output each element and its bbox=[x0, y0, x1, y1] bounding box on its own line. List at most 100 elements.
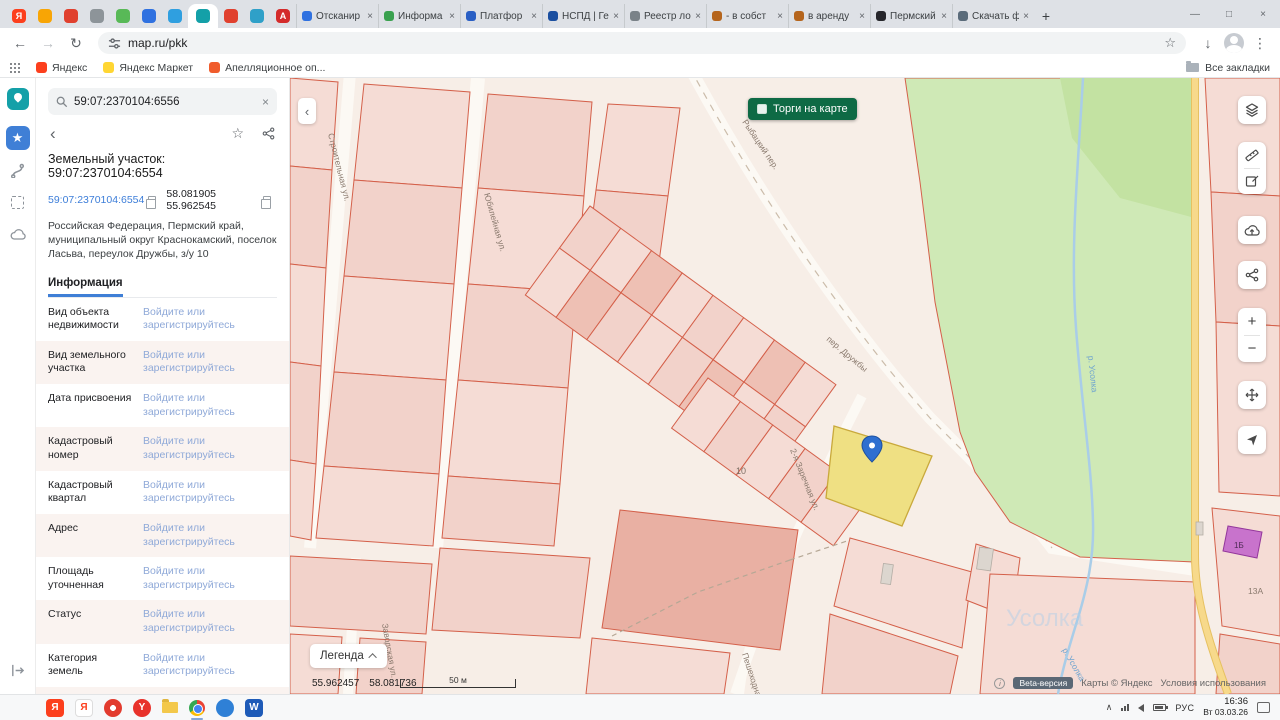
minimize-button[interactable]: — bbox=[1178, 0, 1212, 28]
copy-icon[interactable] bbox=[146, 196, 157, 209]
bookmark-star-icon[interactable]: ☆ bbox=[1164, 35, 1176, 51]
search-input[interactable] bbox=[74, 95, 256, 108]
panel-back-icon[interactable]: ‹ bbox=[50, 125, 56, 142]
pinned-tab-blue[interactable] bbox=[136, 4, 162, 28]
taskbar-yandex-icon[interactable]: Я bbox=[46, 698, 64, 717]
language-indicator[interactable]: РУС bbox=[1175, 703, 1194, 713]
pinned-tab-pin[interactable] bbox=[218, 4, 244, 28]
tab-permskiy[interactable]: Пермский × bbox=[870, 4, 952, 28]
taskbar-yandex-browser-icon[interactable]: Y bbox=[133, 698, 151, 717]
clear-search-icon[interactable]: × bbox=[262, 95, 269, 109]
share-icon[interactable] bbox=[262, 127, 275, 140]
cloud-tool-button[interactable] bbox=[6, 222, 30, 246]
taskbar-record-icon[interactable] bbox=[104, 698, 122, 717]
pinned-tab-scan[interactable] bbox=[58, 4, 84, 28]
all-bookmarks-button[interactable]: Все закладки bbox=[1186, 61, 1270, 74]
tab-platfor[interactable]: Платфор × bbox=[460, 4, 542, 28]
pinned-tab-docs[interactable] bbox=[162, 4, 188, 28]
collapse-sidebar-button[interactable]: ‹ bbox=[298, 98, 316, 124]
tab-reestr[interactable]: Реестр ло × bbox=[624, 4, 706, 28]
favorites-tool-button[interactable]: ★ bbox=[5, 126, 30, 150]
pinned-tab-avito[interactable]: А bbox=[270, 4, 296, 28]
pinned-tab-earth[interactable] bbox=[244, 4, 270, 28]
torgi-checkbox[interactable] bbox=[757, 104, 767, 114]
forward-button[interactable]: → bbox=[36, 31, 60, 55]
collapse-panel-button[interactable] bbox=[6, 658, 30, 682]
close-tab-icon[interactable]: × bbox=[859, 11, 865, 22]
select-area-tool-button[interactable] bbox=[6, 190, 30, 214]
tab-v-sobst[interactable]: - в собст × bbox=[706, 4, 788, 28]
pinned-tab-yandex[interactable]: Я bbox=[6, 4, 32, 28]
share-map-button[interactable] bbox=[1238, 261, 1266, 289]
auth-link[interactable]: Войдите или зарегистрируйтесь bbox=[143, 608, 277, 635]
tab-otskanir[interactable]: Отсканир × bbox=[296, 4, 378, 28]
legend-button[interactable]: Легенда bbox=[310, 644, 387, 668]
pinned-tab-mail[interactable] bbox=[32, 4, 58, 28]
search-box[interactable]: × bbox=[48, 88, 277, 115]
taskbar-chrome-icon[interactable] bbox=[189, 699, 205, 720]
tab-nspd[interactable]: НСПД | Ге × bbox=[542, 4, 624, 28]
bookmark-apellyacionnoe[interactable]: Апелляционное оп... bbox=[209, 62, 325, 74]
auth-link[interactable]: Войдите или зарегистрируйтесь bbox=[143, 479, 277, 506]
zoom-out-button[interactable]: − bbox=[1238, 336, 1266, 362]
pinned-tab-geo[interactable] bbox=[110, 4, 136, 28]
bookmark-yandex-market[interactable]: Яндекс Маркет bbox=[103, 62, 193, 74]
pinned-tab-pkk-map-active[interactable] bbox=[188, 4, 218, 28]
close-tab-icon[interactable]: × bbox=[367, 11, 373, 22]
auth-link[interactable]: Войдите или зарегистрируйтесь bbox=[143, 306, 277, 333]
profile-avatar[interactable] bbox=[1224, 33, 1244, 53]
volume-icon[interactable] bbox=[1138, 703, 1145, 712]
auth-link[interactable]: Войдите или зарегистрируйтесь bbox=[143, 349, 277, 376]
url-input[interactable] bbox=[128, 36, 1158, 50]
layers-button[interactable] bbox=[1238, 96, 1266, 124]
torgi-na-karte-button[interactable]: Торги на карте bbox=[748, 98, 857, 120]
back-button[interactable]: ← bbox=[8, 31, 32, 55]
info-icon[interactable]: i bbox=[994, 677, 1006, 689]
close-tab-icon[interactable]: × bbox=[449, 11, 455, 22]
network-icon[interactable] bbox=[1121, 704, 1130, 711]
auth-link[interactable]: Войдите или зарегистрируйтесь bbox=[143, 392, 277, 419]
tune-icon[interactable] bbox=[108, 37, 121, 50]
new-tab-button[interactable]: + bbox=[1034, 4, 1058, 28]
auth-link[interactable]: Войдите или зарегистрируйтесь bbox=[143, 522, 277, 549]
close-window-button[interactable]: × bbox=[1246, 0, 1280, 28]
tab-v-arendu[interactable]: в аренду × bbox=[788, 4, 870, 28]
cadastral-map[interactable]: Усолка Строительная ул. Юбилейная ул. Ры… bbox=[290, 78, 1280, 694]
terms-link[interactable]: Условия использования bbox=[1161, 678, 1266, 689]
pinned-tab-globe[interactable] bbox=[84, 4, 110, 28]
map-canvas[interactable]: Усолка Строительная ул. Юбилейная ул. Ры… bbox=[290, 78, 1280, 694]
maps-copyright[interactable]: Карты © Яндекс bbox=[1081, 678, 1152, 689]
notification-center-icon[interactable] bbox=[1257, 702, 1270, 713]
close-tab-icon[interactable]: × bbox=[777, 11, 783, 22]
battery-icon[interactable] bbox=[1153, 704, 1169, 711]
close-tab-icon[interactable]: × bbox=[695, 11, 701, 22]
close-tab-icon[interactable]: × bbox=[941, 11, 947, 22]
pan-button[interactable] bbox=[1238, 381, 1266, 409]
routes-tool-button[interactable] bbox=[6, 158, 30, 182]
favorite-star-icon[interactable]: ☆ bbox=[231, 125, 244, 142]
taskbar-yandex-alt-icon[interactable]: Я bbox=[75, 698, 93, 717]
close-tab-icon[interactable]: × bbox=[531, 11, 537, 22]
zoom-in-button[interactable]: + bbox=[1238, 309, 1266, 335]
taskbar-word-icon[interactable]: W bbox=[245, 698, 263, 717]
apps-grid-icon[interactable] bbox=[10, 62, 20, 73]
measure-button[interactable] bbox=[1238, 142, 1266, 168]
close-tab-icon[interactable]: × bbox=[613, 11, 619, 22]
taskbar-blue-app-icon[interactable] bbox=[216, 698, 234, 717]
auth-link[interactable]: Войдите или зарегистрируйтесь bbox=[143, 565, 277, 592]
browser-menu-icon[interactable]: ⋮ bbox=[1248, 31, 1272, 55]
download-icon[interactable]: ↓ bbox=[1196, 31, 1220, 55]
url-bar[interactable]: ☆ bbox=[98, 32, 1186, 54]
edit-button[interactable] bbox=[1238, 169, 1266, 195]
auth-link[interactable]: Войдите или зарегистрируйтесь bbox=[143, 435, 277, 462]
reload-button[interactable]: ↻ bbox=[64, 31, 88, 55]
taskbar-explorer-icon[interactable] bbox=[162, 699, 178, 713]
bookmark-yandex[interactable]: Яндекс bbox=[36, 62, 87, 74]
tray-chevron-icon[interactable]: ∧ bbox=[1106, 702, 1113, 713]
copy-icon[interactable] bbox=[261, 196, 271, 209]
tab-informa[interactable]: Информа × bbox=[378, 4, 460, 28]
my-location-button[interactable] bbox=[1238, 426, 1266, 454]
tab-skachat[interactable]: Скачать ф × bbox=[952, 4, 1034, 28]
maximize-button[interactable]: □ bbox=[1212, 0, 1246, 28]
cad-number-link[interactable]: 59:07:2370104:6554 bbox=[48, 194, 144, 206]
